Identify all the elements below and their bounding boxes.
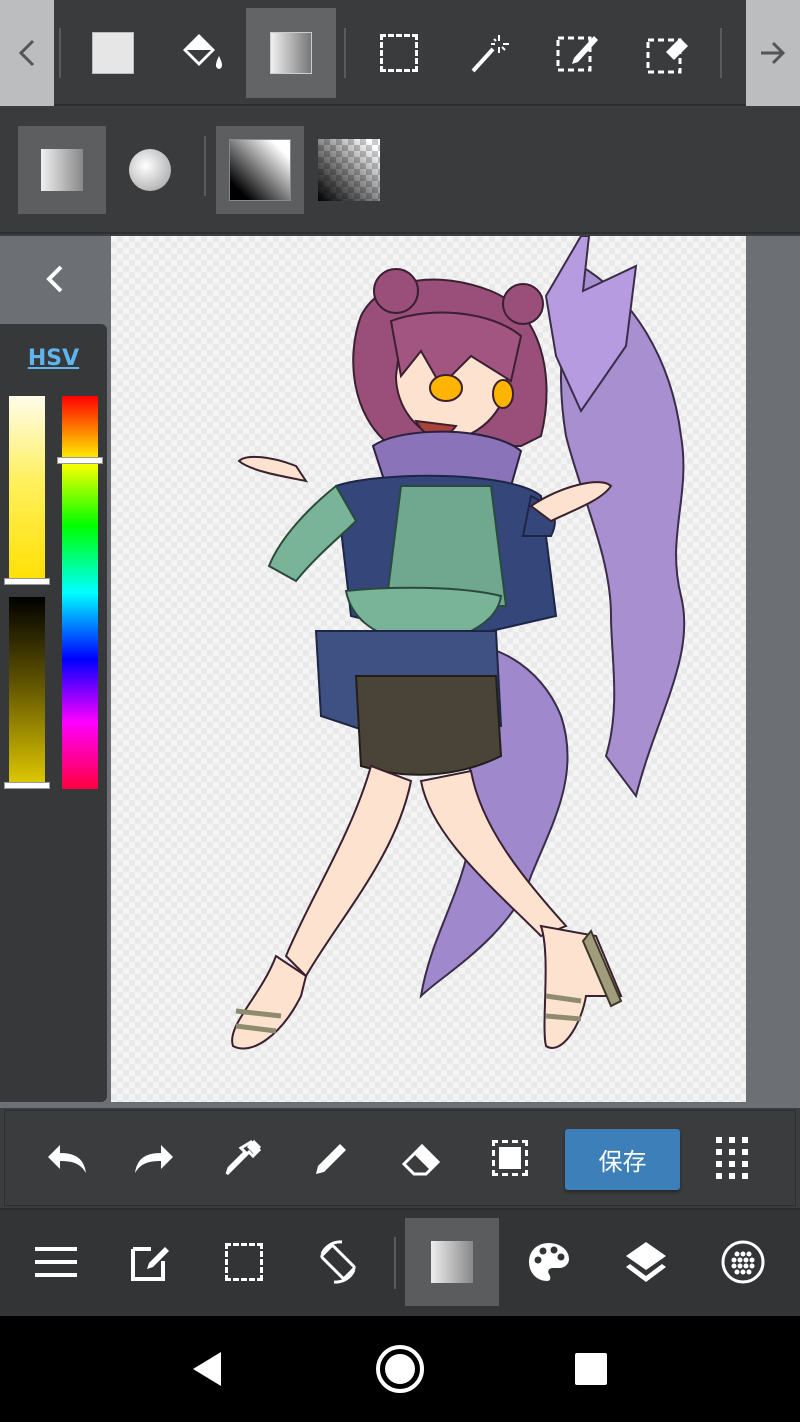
material-button[interactable] [696, 1210, 790, 1314]
redo-button[interactable] [111, 1110, 199, 1206]
paint-bucket-icon [183, 34, 222, 69]
divider [344, 28, 346, 78]
pencil-icon [316, 1144, 346, 1174]
linear-gradient-button[interactable] [18, 126, 106, 214]
palette-icon [529, 1243, 569, 1281]
menu-icon [35, 1247, 77, 1277]
fill-tool-button[interactable] [68, 8, 158, 98]
magic-wand-icon [471, 35, 509, 73]
rect-select-button[interactable] [354, 8, 444, 98]
edit-menu-button[interactable] [103, 1210, 197, 1314]
transform-button[interactable] [466, 1110, 554, 1206]
hue-slider[interactable] [62, 396, 98, 789]
chevron-left-icon [18, 39, 35, 67]
value-slider[interactable] [9, 597, 45, 787]
eraser-icon [401, 1143, 441, 1176]
magic-wand-button[interactable] [444, 8, 534, 98]
divider [204, 136, 206, 196]
home-circle-icon [376, 1345, 424, 1393]
main-menu-button[interactable] [9, 1210, 103, 1314]
gradient-tool-icon [431, 1241, 473, 1283]
undo-button[interactable] [22, 1110, 110, 1206]
gradient-tool-indicator[interactable] [405, 1218, 499, 1306]
save-button[interactable]: 保存 [565, 1129, 680, 1190]
hue-slider-handle[interactable] [57, 457, 103, 464]
recents-square-icon [575, 1353, 607, 1385]
bucket-tool-button[interactable] [156, 8, 246, 98]
toolbar-scroll-left-button[interactable] [0, 0, 54, 106]
radial-gradient-button[interactable] [106, 126, 194, 214]
gradient-icon [270, 32, 312, 74]
edit-icon [131, 1247, 169, 1281]
dots-grid-icon [716, 1137, 748, 1179]
selection-menu-button[interactable] [197, 1210, 291, 1314]
eraser-button[interactable] [377, 1110, 465, 1206]
material-icon [721, 1240, 765, 1284]
divider [59, 28, 61, 78]
collapse-panel-button[interactable] [0, 236, 108, 322]
undo-icon [48, 1145, 86, 1173]
fg-to-transparent-button[interactable] [305, 126, 393, 214]
back-triangle-icon [193, 1352, 221, 1386]
radial-gradient-icon [129, 149, 171, 191]
transform-icon [492, 1140, 528, 1176]
character-illustration [231, 236, 686, 1050]
saturation-slider[interactable] [9, 396, 45, 584]
fg-to-bg-icon [229, 139, 291, 201]
gradient-tool-button[interactable] [246, 8, 336, 98]
pen-button[interactable] [288, 1110, 376, 1206]
layers-icon [626, 1242, 666, 1282]
color-palette-button[interactable] [502, 1210, 596, 1314]
fg-to-bg-button[interactable] [216, 126, 304, 214]
chevron-left-icon [46, 265, 63, 293]
rect-select-icon [380, 34, 418, 72]
eyedropper-button[interactable] [199, 1110, 287, 1206]
color-mode-toggle[interactable]: HSV [0, 346, 107, 371]
select-eraser-button[interactable] [622, 8, 712, 98]
value-slider-handle[interactable] [4, 782, 50, 789]
divider [720, 28, 722, 78]
arrow-right-icon [761, 41, 786, 65]
back-button[interactable] [157, 1316, 257, 1422]
home-button[interactable] [350, 1316, 450, 1422]
color-panel: HSV [0, 324, 107, 1102]
fill-square-icon [92, 32, 134, 74]
recents-button[interactable] [541, 1316, 641, 1422]
divider [394, 1237, 396, 1289]
select-eraser-icon [646, 38, 688, 74]
fg-to-transparent-icon [318, 139, 380, 201]
gradient-options-bar [0, 108, 800, 234]
grid-menu-button[interactable] [689, 1110, 777, 1206]
redo-icon [135, 1145, 173, 1173]
select-pen-button[interactable] [532, 8, 622, 98]
top-toolbar [0, 0, 800, 106]
eyedropper-icon [225, 1139, 262, 1176]
select-pen-icon [556, 36, 598, 72]
layers-button[interactable] [599, 1210, 693, 1314]
toolbar-scroll-right-button[interactable] [746, 0, 800, 106]
rotate-screen-button[interactable] [291, 1210, 385, 1314]
rotate-screen-icon [320, 1240, 356, 1284]
selection-icon [225, 1243, 263, 1281]
drawing-canvas[interactable] [111, 236, 746, 1102]
linear-gradient-icon [41, 149, 83, 191]
saturation-slider-handle[interactable] [4, 578, 50, 585]
